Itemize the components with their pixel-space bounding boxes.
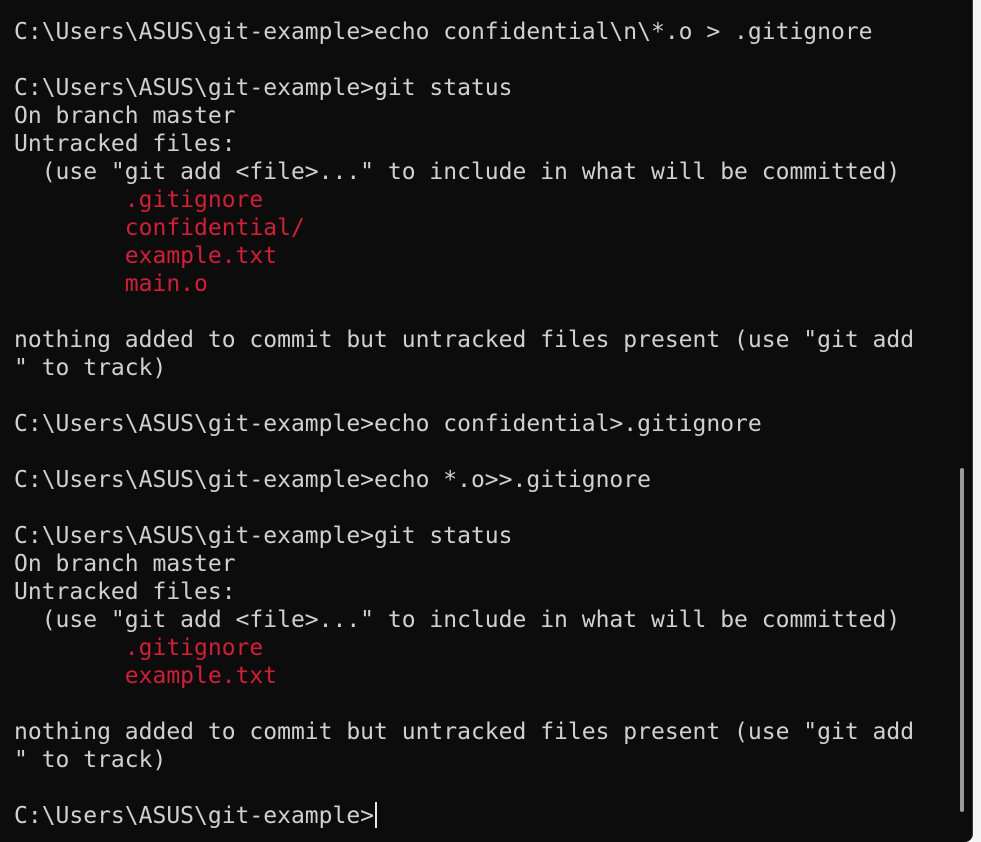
terminal-window: C:\Users\ASUS\git-example>echo confident…	[0, 0, 973, 842]
prompt-text: C:\Users\ASUS\git-example>	[14, 803, 375, 829]
scrollbar-thumb[interactable]	[960, 468, 964, 812]
desktop-background-edge	[973, 0, 981, 842]
output-line: " to track)	[14, 355, 167, 381]
output-line: nothing added to commit but untracked fi…	[14, 719, 915, 745]
output-line: Untracked files:	[14, 579, 236, 605]
output-line: Untracked files:	[14, 131, 236, 157]
output-line: On branch master	[14, 551, 236, 577]
output-line: (use "git add <file>..." to include in w…	[14, 607, 901, 633]
untracked-file-line: example.txt	[14, 663, 278, 689]
output-line: On branch master	[14, 103, 236, 129]
untracked-file-line: .gitignore	[14, 635, 264, 661]
command-line: C:\Users\ASUS\git-example>echo confident…	[14, 411, 762, 437]
command-line: C:\Users\ASUS\git-example>echo *.o>>.git…	[14, 467, 651, 493]
untracked-file-line: .gitignore	[14, 187, 264, 213]
text-cursor	[375, 802, 378, 828]
output-line: " to track)	[14, 747, 167, 773]
prompt-line[interactable]: C:\Users\ASUS\git-example>	[14, 802, 959, 830]
untracked-file-line: main.o	[14, 271, 208, 297]
output-line: (use "git add <file>..." to include in w…	[14, 159, 901, 185]
command-line: C:\Users\ASUS\git-example>git status	[14, 523, 513, 549]
vertical-scrollbar[interactable]	[957, 0, 967, 842]
terminal-output[interactable]: C:\Users\ASUS\git-example>echo confident…	[14, 18, 959, 838]
command-line: C:\Users\ASUS\git-example>git status	[14, 75, 513, 101]
output-line: nothing added to commit but untracked fi…	[14, 327, 915, 353]
untracked-file-line: confidential/	[14, 215, 305, 241]
command-line: C:\Users\ASUS\git-example>echo confident…	[14, 19, 873, 45]
untracked-file-line: example.txt	[14, 243, 278, 269]
